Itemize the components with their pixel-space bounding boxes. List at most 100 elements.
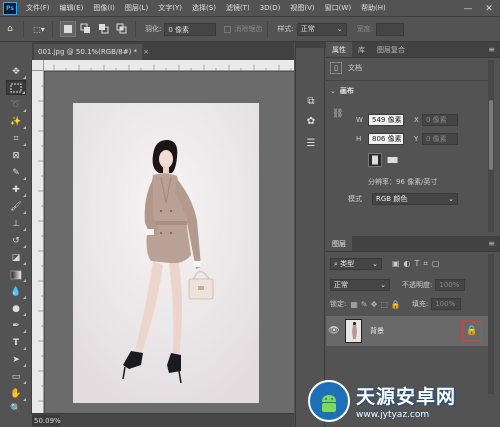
width-label: 宽度: (356, 25, 374, 33)
fill-input[interactable]: 100% (431, 298, 462, 310)
minimize-button[interactable]: — (458, 0, 478, 17)
brush-icon[interactable]: 🖌 (6, 199, 26, 214)
home-icon[interactable]: ⌂ (2, 21, 18, 37)
landscape-orientation-icon[interactable] (385, 153, 399, 167)
document-canvas[interactable] (73, 103, 259, 403)
menu-layer[interactable]: 图层(L) (120, 3, 153, 13)
horizontal-ruler[interactable] (44, 60, 294, 71)
watermark-title: 天源安卓网 (356, 386, 457, 408)
layer-lock-icon[interactable]: 🔒 (462, 321, 482, 341)
tab-libraries[interactable]: 库 (352, 42, 371, 57)
tab-layers[interactable]: 图层 (326, 236, 352, 251)
portrait-orientation-icon[interactable] (368, 153, 382, 167)
history-panel-icon[interactable]: ⧉ (304, 94, 318, 108)
visibility-eye-icon[interactable]: 👁 (326, 326, 342, 336)
divider (267, 21, 269, 37)
zoom-icon[interactable]: 🔍 (6, 401, 26, 416)
eraser-icon[interactable]: ◪ (6, 250, 26, 265)
menu-select[interactable]: 选择(S) (187, 3, 221, 13)
tab-properties[interactable]: 属性 (326, 42, 352, 57)
blur-icon[interactable]: 💧 (6, 284, 26, 299)
style-select[interactable]: 正常 ⌄ (296, 22, 347, 36)
antialias-checkbox[interactable]: 消除锯齿 (224, 24, 262, 34)
lasso-icon[interactable]: ➰ (6, 97, 26, 112)
layer-row-background[interactable]: 👁 背景 🔒 (326, 316, 492, 346)
menu-view[interactable]: 视图(V) (285, 3, 319, 13)
history-brush-icon[interactable]: ↺ (6, 233, 26, 248)
lock-row: 锁定: ▦✎✥⬚🔒 填充: 100% (330, 298, 462, 310)
divider (326, 80, 494, 81)
marquee-preset-icon[interactable]: ⬚▾ (31, 21, 47, 37)
menu-type[interactable]: 文字(Y) (153, 3, 187, 13)
width-input[interactable] (376, 22, 405, 36)
lock-options-icons[interactable]: ▦✎✥⬚🔒 (350, 300, 403, 309)
close-window-button[interactable]: ✕ (479, 0, 499, 17)
eyedropper-icon[interactable]: ✎ (6, 165, 26, 180)
rectangular-marquee-icon[interactable] (6, 80, 26, 95)
add-selection-icon[interactable] (78, 21, 94, 37)
move-tool-icon[interactable]: ✥ (6, 64, 26, 79)
chevron-down-icon: ⌄ (330, 87, 336, 95)
magic-wand-icon[interactable]: ✨ (6, 114, 26, 129)
watermark-url: www.jytyaz.com (356, 410, 430, 420)
adjustments-panel-icon[interactable]: ☰ (304, 136, 318, 150)
layer-filter-row: ⌕ 类型 ⌄ ▣◐T⌗▢ (330, 258, 444, 270)
canvas-width-input[interactable]: 549 像素 (368, 114, 404, 126)
resolution-text: 分辨率：96 像素/英寸 (368, 178, 438, 186)
menu-file[interactable]: 文件(F) (21, 3, 55, 13)
intersect-selection-icon[interactable] (114, 21, 130, 37)
document-icon: ▯ (330, 62, 342, 74)
ruler-origin[interactable] (32, 60, 44, 71)
filter-icons[interactable]: ▣◐T⌗▢ (392, 259, 444, 269)
feather-input[interactable]: 0 像素 (164, 22, 217, 36)
search-icon: ⌕ (334, 260, 338, 268)
color-mode-select[interactable]: RGB 颜色 ⌄ (372, 193, 458, 205)
android-logo-icon (308, 380, 350, 422)
dodge-icon[interactable]: ● (6, 301, 26, 316)
menu-image[interactable]: 图像(I) (88, 3, 120, 13)
panel-icon-strip: ⧉ ✿ ☰ (295, 42, 326, 427)
width-row: W 549 像素 X 0 像素 (356, 114, 458, 126)
layers-scrollbar[interactable] (488, 254, 494, 394)
gradient-icon[interactable] (6, 267, 26, 282)
canvas-section-header[interactable]: ⌄ 画布 (330, 86, 354, 96)
panel-menu-icon[interactable]: ≡ (488, 236, 500, 251)
status-bar: 50.09% (32, 413, 294, 427)
crop-icon[interactable]: ⌗ (6, 131, 26, 146)
close-tab-icon[interactable]: × (143, 48, 149, 56)
clone-stamp-icon[interactable]: ⊥ (6, 216, 26, 231)
document-tab[interactable]: 001.jpg @ 50.1%(RGB/8#) * × (34, 44, 149, 60)
menu-help[interactable]: 帮助(H) (356, 3, 391, 13)
layer-name: 背景 (370, 327, 384, 335)
layer-filter-select[interactable]: ⌕ 类型 ⌄ (330, 258, 382, 270)
properties-scrollbar[interactable] (488, 60, 494, 232)
menu-filter[interactable]: 滤镜(T) (221, 3, 255, 13)
photoshop-logo: Ps (3, 1, 17, 15)
canvas-x-input[interactable]: 0 像素 (422, 114, 458, 126)
rectangle-shape-icon[interactable]: ▭ (6, 369, 26, 384)
subtract-selection-icon[interactable] (96, 21, 112, 37)
menu-edit[interactable]: 编辑(E) (55, 3, 89, 13)
frame-icon[interactable]: ⊠ (6, 148, 26, 163)
menu-3d[interactable]: 3D(D) (255, 4, 286, 12)
link-dimensions-icon[interactable]: ⛓ (332, 109, 343, 119)
canvas-y-input[interactable]: 0 像素 (422, 133, 458, 145)
menu-window[interactable]: 窗口(W) (320, 3, 356, 13)
blend-row: 正常 ⌄ 不透明度: 100% (330, 279, 466, 291)
blend-mode-select[interactable]: 正常 ⌄ (330, 279, 390, 291)
canvas-height-input[interactable]: 806 像素 (368, 133, 404, 145)
swatches-panel-icon[interactable]: ✿ (304, 114, 318, 128)
new-selection-icon[interactable] (60, 21, 76, 37)
scrollbar-thumb[interactable] (489, 100, 493, 170)
vertical-ruler[interactable] (32, 71, 44, 413)
hand-icon[interactable]: ✋ (6, 386, 26, 401)
zoom-level-field[interactable]: 50.09% (32, 415, 61, 426)
type-icon[interactable]: T (6, 335, 26, 350)
pen-icon[interactable]: ✒ (6, 318, 26, 333)
layers-tabs: 图层 ≡ (326, 236, 500, 252)
tab-layer-comps[interactable]: 图层复合 (371, 42, 411, 57)
opacity-input[interactable]: 100% (435, 279, 466, 291)
panel-menu-icon[interactable]: ≡ (488, 42, 500, 57)
path-selection-icon[interactable]: ➤ (6, 352, 26, 367)
healing-brush-icon[interactable]: ✚ (6, 182, 26, 197)
